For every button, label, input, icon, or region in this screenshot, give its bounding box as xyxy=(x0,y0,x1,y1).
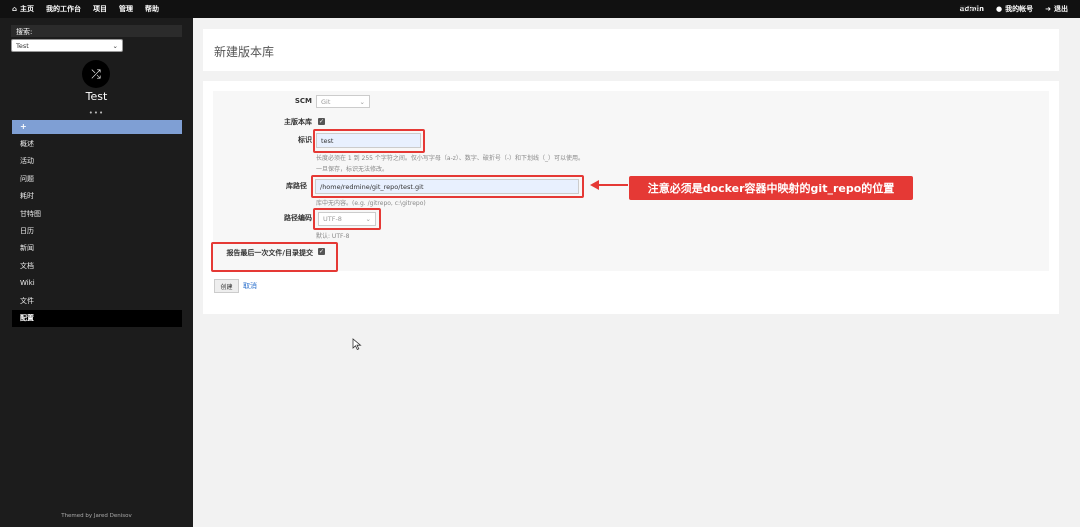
menu-help[interactable]: 帮助 xyxy=(145,4,159,14)
project-avatar: ⤮ xyxy=(82,60,110,88)
sidebar-item-documents[interactable]: 文档 xyxy=(12,258,182,275)
menu-my-account[interactable]: ● 我的帐号 xyxy=(996,4,1033,14)
logged-as: 登录为 admin xyxy=(960,5,984,13)
menu-admin-label: 管理 xyxy=(119,5,134,13)
project-select[interactable]: Test ⌄ xyxy=(11,39,123,52)
sidebar-item-calendar[interactable]: 日历 xyxy=(12,223,182,240)
menu-home[interactable]: ⌂ 主页 xyxy=(12,4,34,14)
menu-admin[interactable]: 管理 xyxy=(119,4,133,14)
main-repo-checkbox[interactable]: ✓ xyxy=(318,118,325,125)
identifier-hint: 长度必须在 1 到 255 个字符之间。仅小写字母（a-z）、数字、破折号（-）… xyxy=(316,155,585,162)
scm-label: SCM xyxy=(294,97,312,105)
encoding-label: 路径编码 xyxy=(284,214,312,222)
top-menu-bar: ⌂ 主页 我的工作台 项目 管理 帮助 登录为 admin ● 我的帐号 ➜ 退… xyxy=(0,0,1080,18)
scm-select-value: Git xyxy=(321,97,331,106)
highlight-report xyxy=(211,242,338,272)
sidebar: 搜索: Test ⌄ ⤮ Test ••• + 概述 活动 问题 耗时 甘特图 … xyxy=(0,18,193,527)
encoding-hint: 默认: UTF-8 xyxy=(316,233,350,240)
search-label: 搜索: xyxy=(11,25,182,37)
top-menu-left: ⌂ 主页 我的工作台 项目 管理 帮助 xyxy=(12,4,159,14)
project-nav: 概述 活动 问题 耗时 甘特图 日历 新闻 文档 Wiki 文件 配置 xyxy=(12,136,182,328)
mouse-cursor-icon xyxy=(352,338,362,350)
new-object-button[interactable]: + xyxy=(12,120,182,134)
menu-logout-label: 退出 xyxy=(1054,5,1068,13)
create-button[interactable]: 创建 xyxy=(214,279,239,293)
project-select-value: Test xyxy=(16,41,29,50)
chevron-down-icon: ⌄ xyxy=(359,97,365,106)
sidebar-item-gantt[interactable]: 甘特图 xyxy=(12,206,182,223)
sidebar-item-time[interactable]: 耗时 xyxy=(12,188,182,205)
page-title: 新建版本库 xyxy=(214,45,275,59)
sidebar-item-news[interactable]: 新闻 xyxy=(12,240,182,257)
path-label: 库路径 xyxy=(286,182,307,190)
menu-logout[interactable]: ➜ 退出 xyxy=(1045,4,1068,14)
highlight-encoding xyxy=(313,208,381,230)
sidebar-item-wiki[interactable]: Wiki xyxy=(12,275,182,292)
sidebar-item-activity[interactable]: 活动 xyxy=(12,153,182,170)
logged-as-label: 登录为 xyxy=(959,5,981,13)
sidebar-item-settings[interactable]: 配置 xyxy=(12,309,182,328)
highlight-path xyxy=(311,175,584,198)
annotation-callout: 注意必须是docker容器中映射的git_repo的位置 xyxy=(629,176,913,200)
menu-my-page[interactable]: 我的工作台 xyxy=(46,4,81,14)
menu-projects-label: 项目 xyxy=(93,5,108,13)
sidebar-item-files[interactable]: 文件 xyxy=(12,293,182,310)
main-repo-label: 主版本库 xyxy=(284,118,312,126)
menu-help-label: 帮助 xyxy=(145,5,160,13)
menu-my-page-label: 我的工作台 xyxy=(46,5,82,13)
user-icon: ● xyxy=(996,5,1003,13)
annotation-arrow-line xyxy=(598,184,628,186)
theme-credit: Themed by Jared Denisov xyxy=(61,513,132,519)
menu-home-label: 主页 xyxy=(20,5,35,13)
home-icon: ⌂ xyxy=(12,5,18,13)
menu-my-account-label: 我的帐号 xyxy=(1005,5,1034,13)
path-hint: 库中无内容。(e.g. /gitrepo, c:\gitrepo) xyxy=(316,200,426,207)
identifier-hint-2: 一旦保存，标识无法修改。 xyxy=(316,166,389,173)
sidebar-item-overview[interactable]: 概述 xyxy=(12,136,182,153)
shuffle-icon: ⤮ xyxy=(91,66,101,81)
page-header: 新建版本库 xyxy=(203,29,1059,71)
scm-select[interactable]: Git ⌄ xyxy=(316,95,370,108)
identifier-label: 标识 xyxy=(298,136,312,144)
menu-projects[interactable]: 项目 xyxy=(93,4,107,14)
cancel-link[interactable]: 取消 xyxy=(243,281,257,291)
highlight-identifier xyxy=(313,129,425,153)
top-menu-right: 登录为 admin ● 我的帐号 ➜ 退出 xyxy=(960,4,1068,14)
project-name: Test xyxy=(85,90,108,103)
logout-icon: ➜ xyxy=(1045,5,1051,13)
chevron-down-icon: ⌄ xyxy=(112,41,118,50)
more-dots[interactable]: ••• xyxy=(0,109,193,117)
sidebar-item-issues[interactable]: 问题 xyxy=(12,171,182,188)
